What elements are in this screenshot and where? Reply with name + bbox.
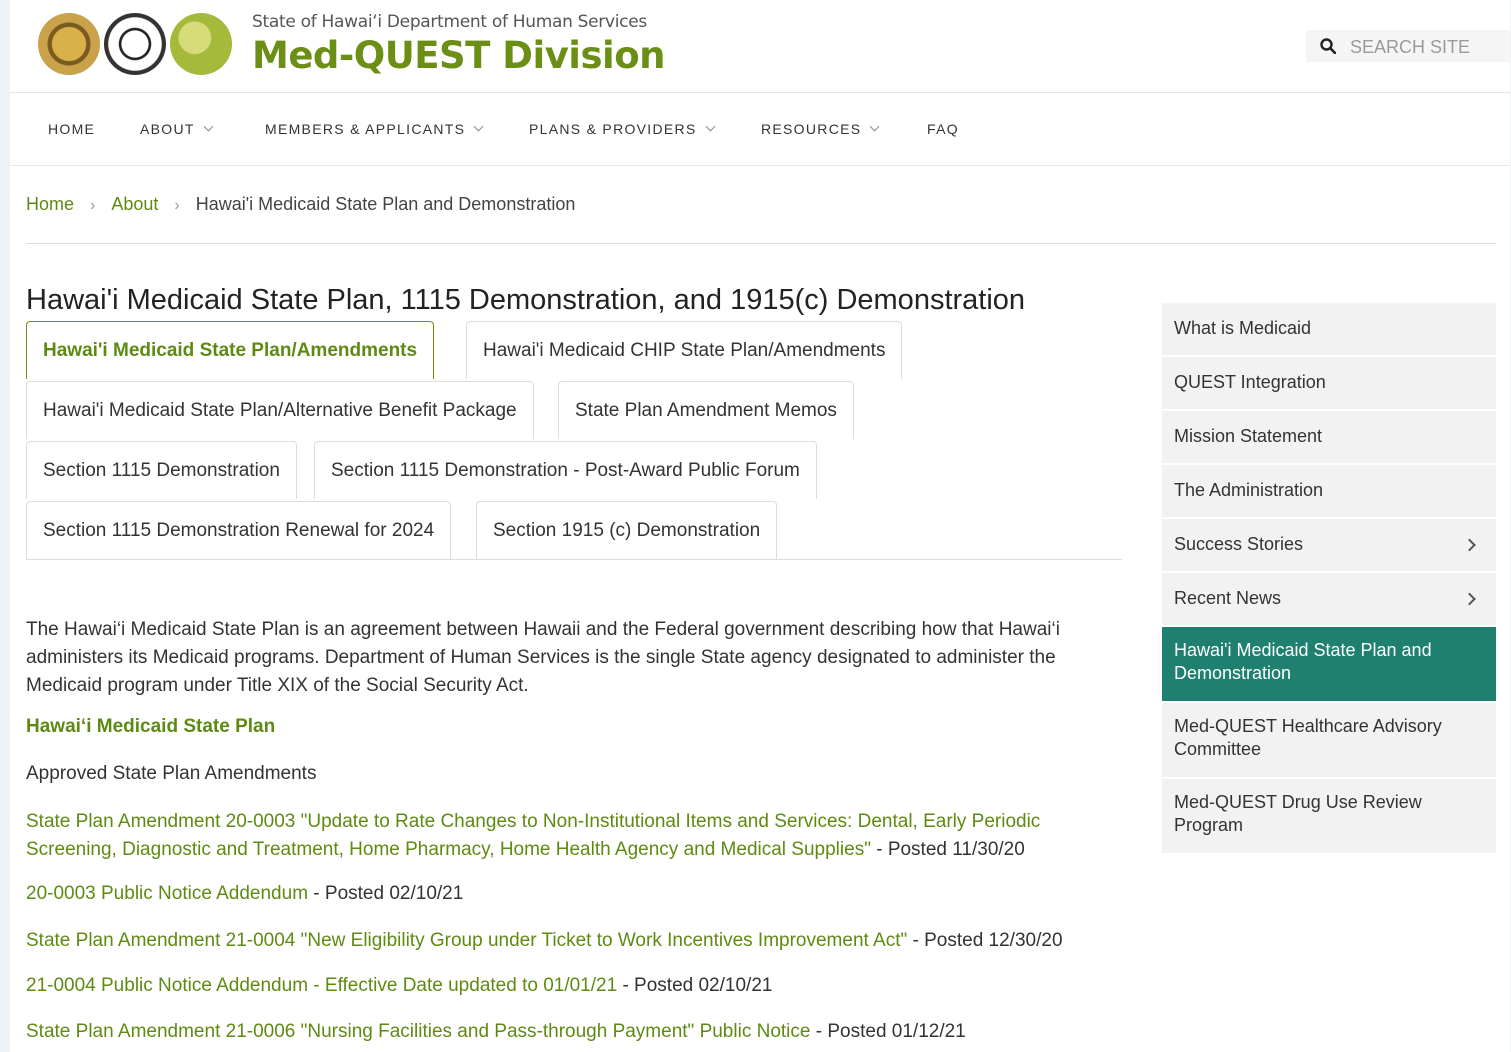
tab-state-plan-amendments[interactable]: Hawai'i Medicaid State Plan/Amendments bbox=[26, 321, 435, 379]
nav-home[interactable]: HOME bbox=[48, 121, 95, 137]
posted-date: - Posted 02/10/21 bbox=[617, 975, 773, 996]
breadcrumb-separator-icon: › bbox=[174, 197, 180, 214]
division-title[interactable]: Med-QUEST Division bbox=[252, 34, 665, 77]
posted-date: - Posted 02/10/21 bbox=[308, 883, 464, 904]
nav-label: HOME bbox=[48, 121, 96, 137]
state-seal-logo[interactable] bbox=[38, 13, 100, 75]
breadcrumb-separator-icon: › bbox=[90, 197, 96, 214]
document-item: State Plan Amendment 21-0004 "New Eligib… bbox=[26, 927, 1126, 955]
breadcrumb-about[interactable]: About bbox=[111, 194, 158, 214]
nav-label: ABOUT bbox=[140, 121, 195, 137]
document-link[interactable]: State Plan Amendment 21-0004 "New Eligib… bbox=[26, 930, 907, 951]
sidebar-item-state-plan-demonstration[interactable]: Hawai'i Medicaid State Plan and Demonstr… bbox=[1162, 627, 1496, 703]
tab-alternative-benefit-package[interactable]: Hawai'i Medicaid State Plan/Alternative … bbox=[26, 381, 534, 439]
document-link[interactable]: 21-0004 Public Notice Addendum - Effecti… bbox=[26, 975, 617, 996]
divider bbox=[26, 243, 1496, 244]
nav-label: PLANS & PROVIDERS bbox=[529, 121, 697, 137]
sidebar-item-success-stories[interactable]: Success Stories bbox=[1162, 519, 1496, 573]
tab-section-1115[interactable]: Section 1115 Demonstration bbox=[26, 441, 297, 499]
breadcrumb-home[interactable]: Home bbox=[26, 194, 74, 214]
document-link[interactable]: 20-0003 Public Notice Addendum bbox=[26, 883, 308, 904]
dhs-seal-logo[interactable] bbox=[104, 13, 166, 75]
sidebar-item-label: The Administration bbox=[1174, 480, 1324, 500]
sidebar-item-administration[interactable]: The Administration bbox=[1162, 465, 1496, 519]
sidebar-item-what-is-medicaid[interactable]: What is Medicaid bbox=[1162, 303, 1496, 357]
document-item: State Plan Amendment 21-0006 "Nursing Fa… bbox=[26, 1018, 1126, 1046]
breadcrumb-current: Hawai'i Medicaid State Plan and Demonstr… bbox=[195, 194, 576, 214]
sidebar-item-recent-news[interactable]: Recent News bbox=[1162, 573, 1496, 627]
posted-date: - Posted 11/30/20 bbox=[870, 839, 1025, 860]
nav-plans-providers[interactable]: PLANS & PROVIDERS bbox=[529, 121, 716, 137]
tab-amendment-memos[interactable]: State Plan Amendment Memos bbox=[558, 381, 854, 439]
chevron-down-icon bbox=[473, 121, 484, 132]
posted-date: - Posted 12/30/20 bbox=[907, 930, 1063, 951]
nav-resources[interactable]: RESOURCES bbox=[761, 121, 880, 137]
document-link[interactable]: State Plan Amendment 21-0006 "Nursing Fa… bbox=[26, 1021, 810, 1042]
nav-about[interactable]: ABOUT bbox=[140, 121, 214, 137]
med-quest-leaf-logo[interactable] bbox=[170, 13, 232, 75]
tab-section-1115-public-forum[interactable]: Section 1115 Demonstration - Post-Award … bbox=[314, 441, 817, 499]
sidebar-item-label: Mission Statement bbox=[1174, 426, 1323, 446]
chevron-right-icon bbox=[1463, 592, 1476, 606]
posted-date: - Posted 01/12/21 bbox=[810, 1021, 966, 1042]
sidebar-item-healthcare-advisory-committee[interactable]: Med-QUEST Healthcare Advisory Committee bbox=[1162, 703, 1496, 779]
document-item: 20-0003 Public Notice Addendum - Posted … bbox=[26, 880, 1126, 908]
chevron-down-icon bbox=[705, 121, 716, 132]
search-input[interactable] bbox=[1348, 34, 1502, 60]
tab-chip-state-plan[interactable]: Hawai'i Medicaid CHIP State Plan/Amendme… bbox=[466, 321, 903, 379]
sidebar-item-label: Success Stories bbox=[1174, 534, 1304, 554]
main-nav: HOME ABOUT MEMBERS & APPLICANTS PLANS & … bbox=[10, 93, 1510, 166]
document-item: 21-0004 Public Notice Addendum - Effecti… bbox=[26, 972, 1126, 1000]
sidebar-item-quest-integration[interactable]: QUEST Integration bbox=[1162, 357, 1496, 411]
sidebar-item-label: Med-QUEST Healthcare Advisory Committee bbox=[1174, 716, 1442, 759]
page-title: Hawai'i Medicaid State Plan, 1115 Demons… bbox=[26, 284, 1026, 316]
tab-section-1115-renewal[interactable]: Section 1115 Demonstration Renewal for 2… bbox=[26, 501, 452, 559]
breadcrumb: Home › About › Hawai'i Medicaid State Plan a… bbox=[26, 194, 575, 215]
nav-label: FAQ bbox=[927, 121, 959, 137]
sidebar-nav: What is Medicaid QUEST Integration Missi… bbox=[1162, 303, 1496, 855]
agency-name: State of Hawaiʻi Department of Human Ser… bbox=[252, 12, 647, 32]
tabs-divider bbox=[26, 559, 1122, 560]
search-box bbox=[1306, 30, 1510, 62]
sidebar-item-label: Hawai'i Medicaid State Plan and Demonstr… bbox=[1174, 640, 1432, 683]
search-icon[interactable] bbox=[1320, 38, 1336, 54]
page: State of Hawaiʻi Department of Human Ser… bbox=[10, 0, 1510, 1052]
sidebar-item-label: Recent News bbox=[1174, 588, 1282, 608]
sidebar-item-label: QUEST Integration bbox=[1174, 372, 1326, 392]
intro-paragraph: The Hawai‘i Medicaid State Plan is an ag… bbox=[26, 619, 1060, 696]
section-heading: Hawai‘i Medicaid State Plan bbox=[26, 716, 276, 737]
document-item: State Plan Amendment 20-0003 "Update to … bbox=[26, 808, 1126, 864]
sidebar-item-label: What is Medicaid bbox=[1174, 318, 1312, 338]
chevron-right-icon bbox=[1463, 538, 1476, 552]
chevron-down-icon bbox=[203, 121, 214, 132]
nav-faq[interactable]: FAQ bbox=[927, 121, 959, 137]
sidebar-item-mission-statement[interactable]: Mission Statement bbox=[1162, 411, 1496, 465]
nav-label: RESOURCES bbox=[761, 121, 862, 137]
sidebar-item-drug-use-review[interactable]: Med-QUEST Drug Use Review Program bbox=[1162, 779, 1496, 855]
nav-label: MEMBERS & APPLICANTS bbox=[265, 121, 466, 137]
tab-section-1915c[interactable]: Section 1915 (c) Demonstration bbox=[476, 501, 778, 559]
approved-amendments-label: Approved State Plan Amendments bbox=[26, 763, 317, 784]
nav-members-applicants[interactable]: MEMBERS & APPLICANTS bbox=[265, 121, 484, 137]
chevron-down-icon bbox=[869, 121, 880, 132]
site-header: State of Hawaiʻi Department of Human Ser… bbox=[10, 0, 1510, 93]
sidebar-item-label: Med-QUEST Drug Use Review Program bbox=[1174, 792, 1422, 835]
